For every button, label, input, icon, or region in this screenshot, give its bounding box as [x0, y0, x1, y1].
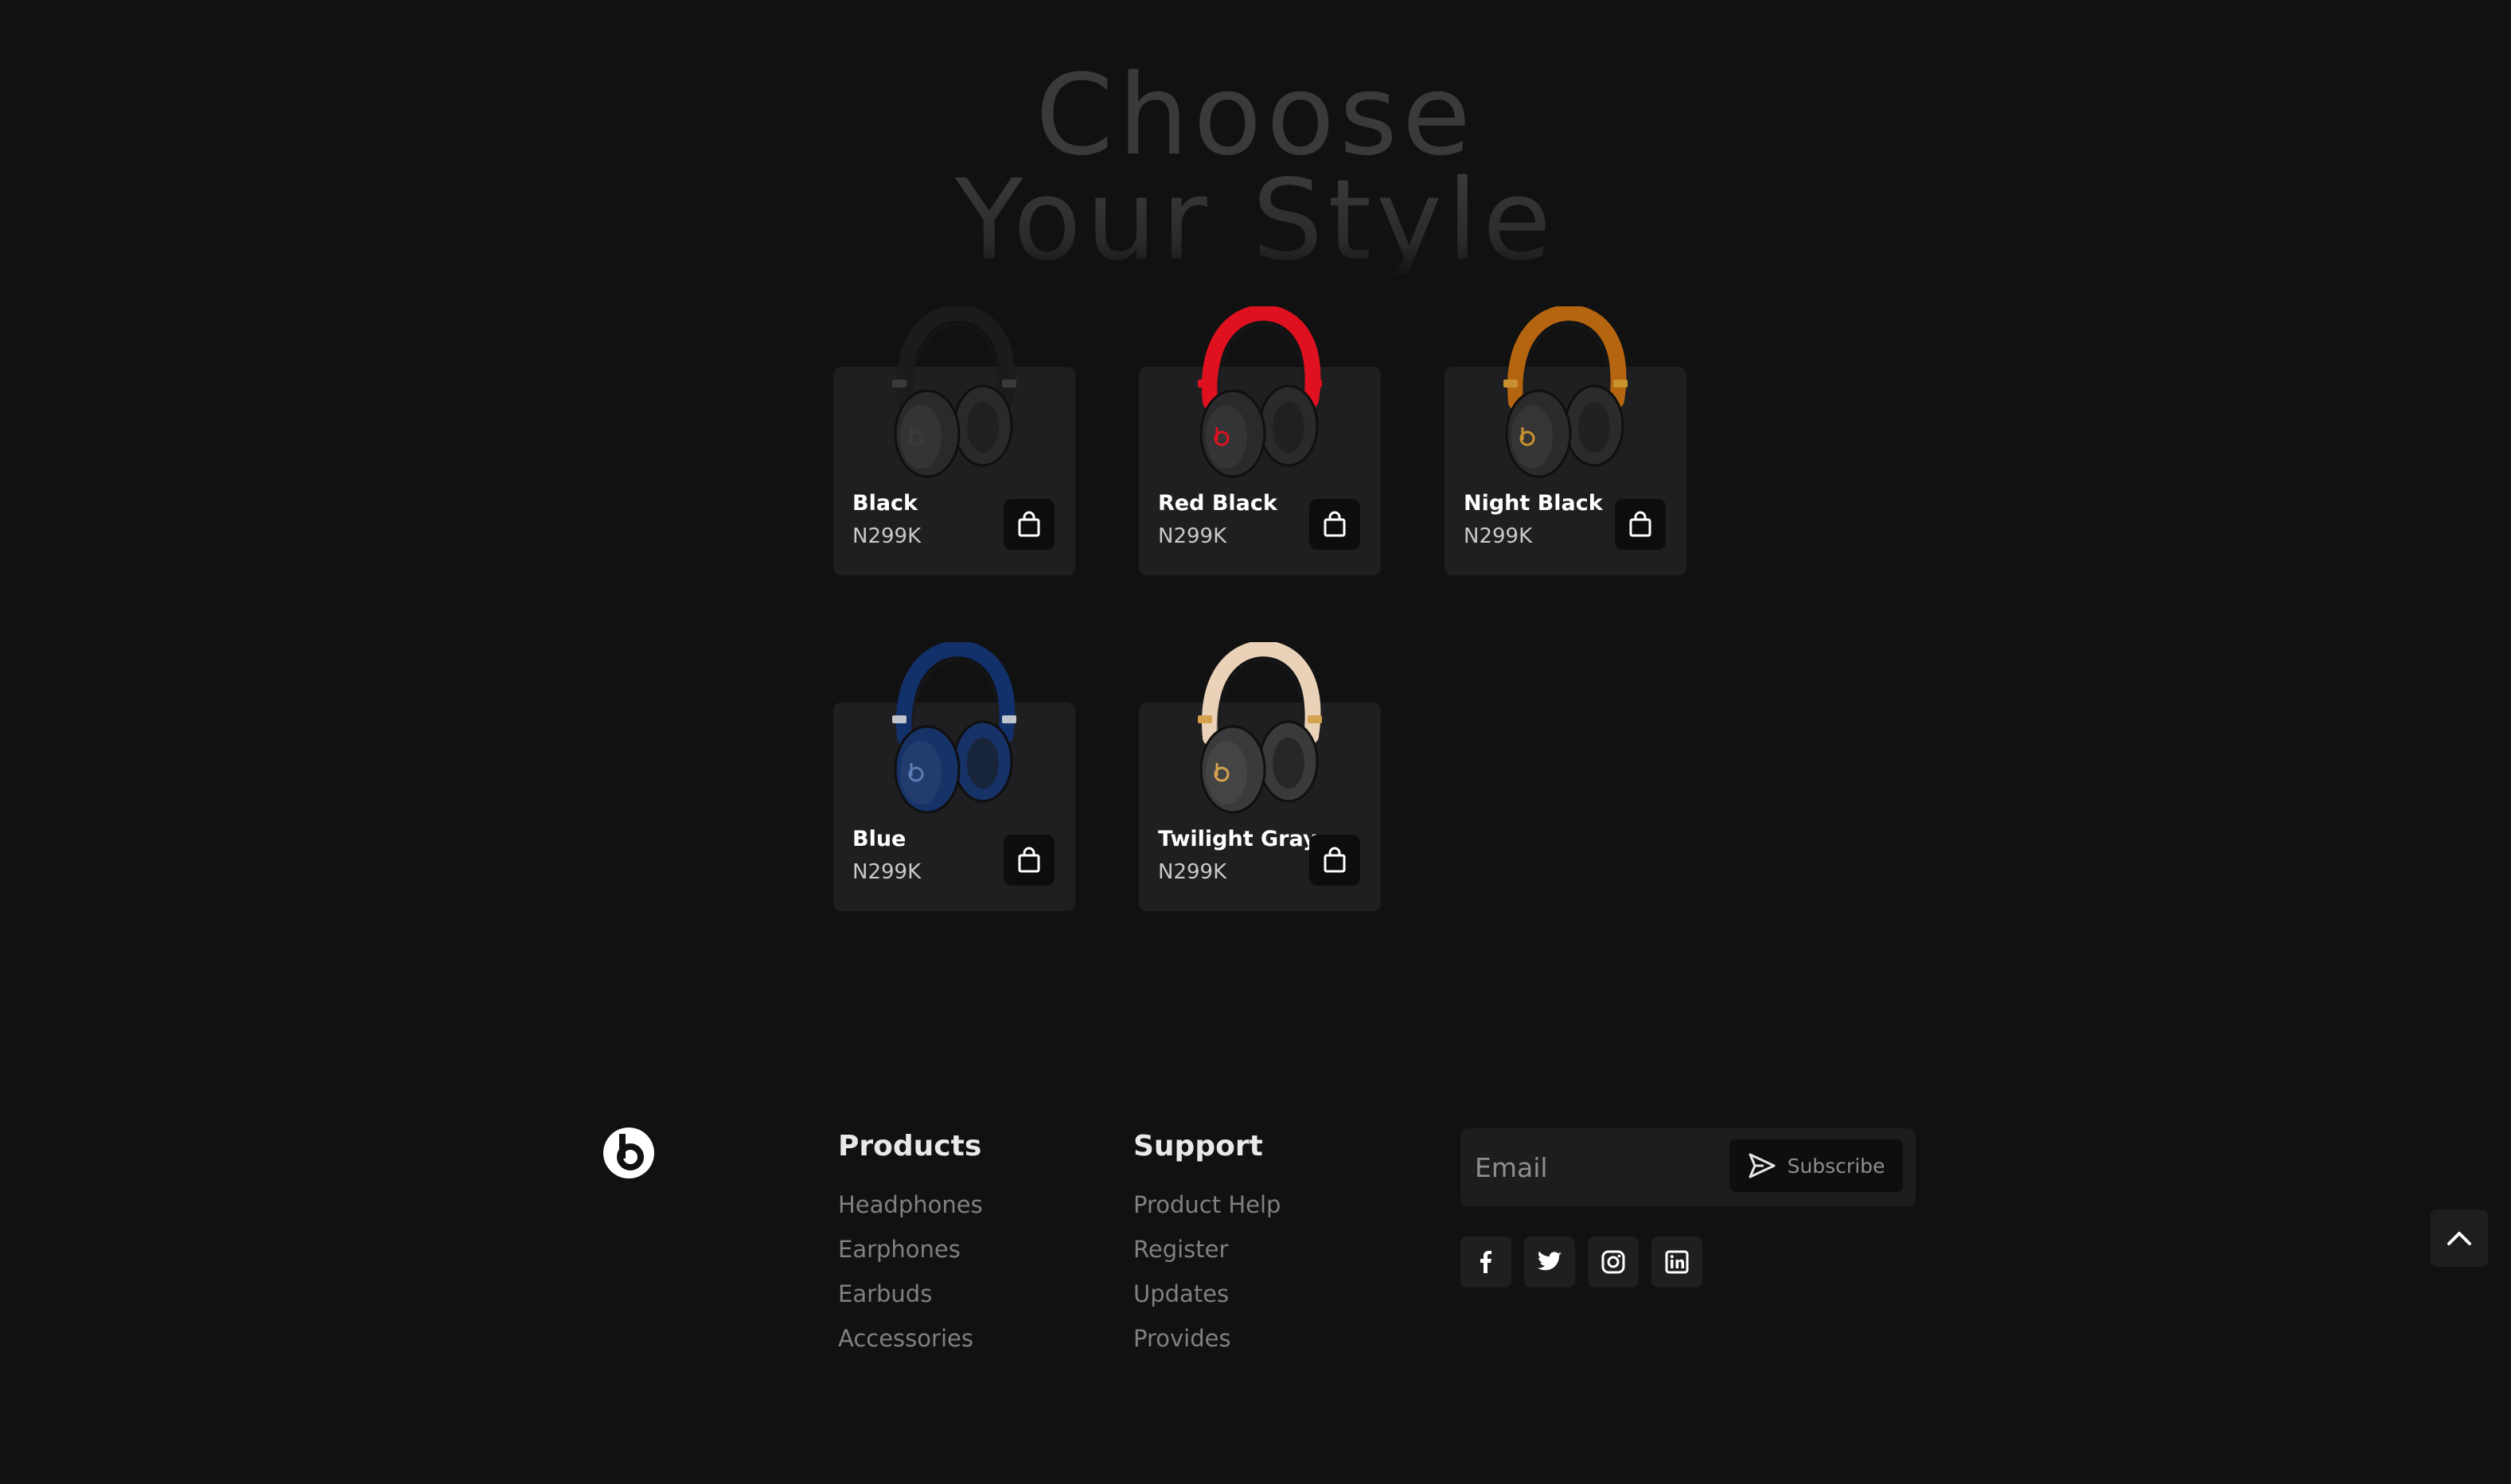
add-to-cart-button[interactable]	[1309, 499, 1360, 550]
support-heading: Support	[1133, 1130, 1263, 1163]
products-heading: Products	[838, 1130, 982, 1163]
product-card-night-black[interactable]: Night Black N299K	[1445, 306, 1686, 575]
chevron-up-icon	[2447, 1232, 2471, 1245]
headphones-image	[892, 642, 1016, 814]
facebook-icon	[1480, 1251, 1491, 1273]
product-name: Twilight Gray	[1158, 827, 1317, 851]
footer-link-accessories[interactable]: Accessories	[838, 1325, 973, 1352]
subscribe-button[interactable]: Subscribe	[1729, 1139, 1903, 1192]
product-price: N299K	[1158, 860, 1227, 884]
linkedin-button[interactable]	[1651, 1237, 1702, 1287]
product-card-twilight-gray[interactable]: Twilight Gray N299K	[1139, 642, 1381, 911]
shopping-bag-icon	[1324, 847, 1346, 873]
send-icon	[1749, 1153, 1776, 1178]
headphones-image	[1198, 642, 1322, 814]
footer-link-earbuds[interactable]: Earbuds	[838, 1280, 932, 1307]
footer-link-product-help[interactable]: Product Help	[1133, 1191, 1281, 1218]
heading-line-2: Your Style	[0, 166, 2511, 277]
linkedin-icon	[1665, 1250, 1689, 1274]
headphones-image	[1198, 306, 1322, 478]
add-to-cart-button[interactable]	[1615, 499, 1666, 550]
footer-link-updates[interactable]: Updates	[1133, 1280, 1229, 1307]
product-name: Red Black	[1158, 491, 1277, 516]
shopping-bag-icon	[1629, 511, 1651, 537]
shopping-bag-icon	[1018, 847, 1040, 873]
page: Choose Your Style Black N299K Red Black …	[0, 0, 2511, 1484]
product-card-blue[interactable]: Blue N299K	[833, 642, 1075, 911]
product-price: N299K	[1464, 524, 1533, 548]
newsletter-form: Email Subscribe	[1460, 1128, 1916, 1206]
subscribe-label: Subscribe	[1787, 1154, 1885, 1178]
back-to-top-button[interactable]	[2431, 1209, 2488, 1267]
product-name: Black	[852, 491, 918, 516]
product-price: N299K	[852, 860, 922, 884]
instagram-button[interactable]	[1588, 1237, 1639, 1287]
footer-link-earphones[interactable]: Earphones	[838, 1236, 961, 1263]
heading-line-1: Choose	[1035, 51, 1476, 181]
page-heading: Choose Your Style	[0, 51, 2511, 277]
add-to-cart-button[interactable]	[1004, 835, 1055, 886]
add-to-cart-button[interactable]	[1309, 835, 1360, 886]
shopping-bag-icon	[1018, 511, 1040, 537]
product-card-red-black[interactable]: Red Black N299K	[1139, 306, 1381, 575]
footer-link-headphones[interactable]: Headphones	[838, 1191, 983, 1218]
product-card-black[interactable]: Black N299K	[833, 306, 1075, 575]
add-to-cart-button[interactable]	[1004, 499, 1055, 550]
product-price: N299K	[1158, 524, 1227, 548]
footer-link-register[interactable]: Register	[1133, 1236, 1228, 1263]
beats-logo-icon[interactable]	[602, 1127, 655, 1179]
instagram-icon	[1601, 1250, 1625, 1274]
twitter-button[interactable]	[1524, 1237, 1575, 1287]
footer-link-provides[interactable]: Provides	[1133, 1325, 1231, 1352]
headphones-image	[892, 306, 1016, 478]
facebook-button[interactable]	[1460, 1237, 1511, 1287]
email-input[interactable]: Email	[1475, 1152, 1548, 1183]
headphones-image	[1503, 306, 1628, 478]
product-name: Blue	[852, 827, 907, 851]
product-name: Night Black	[1464, 491, 1603, 516]
product-price: N299K	[852, 524, 922, 548]
twitter-icon	[1537, 1251, 1562, 1271]
shopping-bag-icon	[1324, 511, 1346, 537]
